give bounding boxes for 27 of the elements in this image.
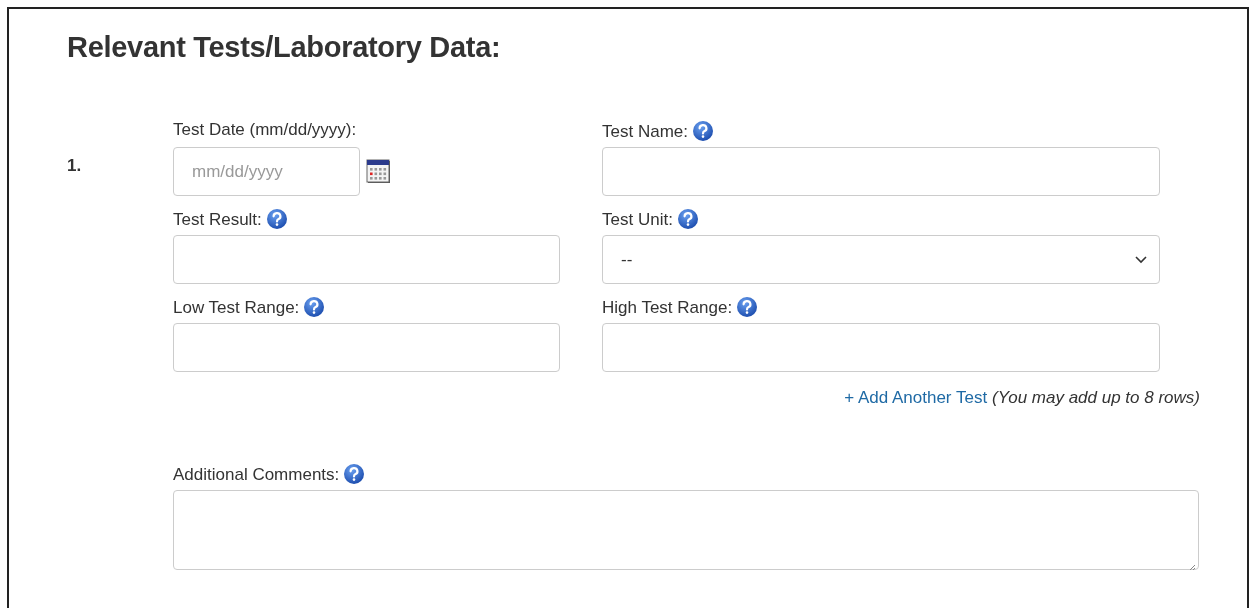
resize-handle-icon[interactable] bbox=[1189, 564, 1196, 571]
field-label: Test Result: bbox=[173, 210, 262, 229]
unit-dropdown[interactable]: -- bbox=[602, 235, 1160, 284]
field-label: Test Name: bbox=[602, 122, 688, 141]
field-label: Low Test Range: bbox=[173, 298, 300, 317]
field-label: Additional Comments: bbox=[173, 465, 340, 484]
section-heading: Relevant Tests/Laboratory Data: bbox=[66, 30, 502, 65]
help-icon[interactable] bbox=[303, 296, 326, 318]
field-label: High Test Range: bbox=[602, 298, 733, 317]
text-field[interactable] bbox=[602, 323, 1160, 372]
help-icon[interactable] bbox=[676, 208, 699, 230]
help-icon[interactable] bbox=[343, 463, 366, 485]
chevron-icon bbox=[1135, 255, 1147, 264]
text-field[interactable] bbox=[173, 323, 560, 372]
help-icon[interactable] bbox=[736, 296, 759, 318]
help-icon[interactable] bbox=[692, 120, 714, 142]
field-label: Test Date (mm/dd/yyyy): bbox=[173, 120, 357, 139]
help-icon[interactable] bbox=[265, 208, 288, 230]
comments-field[interactable] bbox=[173, 490, 1199, 570]
field-label: Test Unit: bbox=[602, 210, 673, 229]
date-field[interactable]: mm/dd/yyyy bbox=[173, 147, 360, 196]
text-field[interactable] bbox=[602, 147, 1160, 196]
text-field[interactable] bbox=[173, 235, 560, 284]
calendar-icon[interactable] bbox=[366, 158, 392, 185]
add-test-link[interactable]: + Add Another Test bbox=[844, 388, 988, 408]
row-number: 1. bbox=[67, 156, 83, 176]
rows-limit-note: (You may add up to 8 rows) bbox=[992, 388, 1200, 408]
